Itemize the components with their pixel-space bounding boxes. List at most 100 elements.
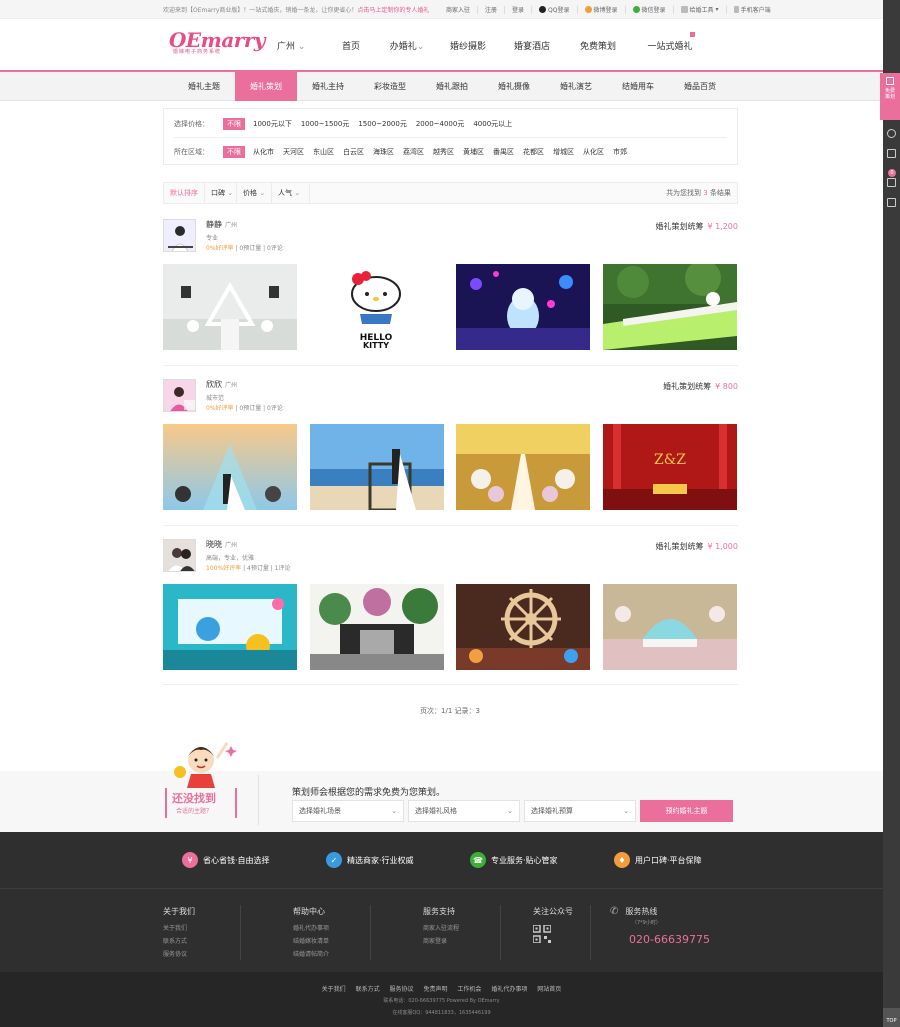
portfolio-image[interactable] xyxy=(163,424,297,510)
portfolio-image[interactable] xyxy=(163,264,297,350)
sort-popularity[interactable]: 人气 ⌄ xyxy=(272,183,310,203)
edit-icon[interactable] xyxy=(887,198,896,207)
planner-name[interactable]: 欣欣 广州 xyxy=(206,379,237,390)
planner-card[interactable]: 欣欣 广州 城市范 0%好评率 | 0预订量 | 0评论 婚礼策划统筹 ¥ 800 … xyxy=(163,379,738,510)
planner-avatar[interactable] xyxy=(163,539,196,572)
style-select[interactable]: 选择婚礼风格 ⌄ xyxy=(408,800,520,822)
portfolio-image[interactable]: HELLO KITTY xyxy=(310,264,444,350)
area-option[interactable]: 从化区 xyxy=(583,147,604,157)
nav-one-stop[interactable]: 一站式婚礼 xyxy=(631,32,709,52)
portfolio-image[interactable] xyxy=(456,424,590,510)
price-option[interactable]: 2000~4000元 xyxy=(416,119,465,129)
tab-category[interactable]: 结婚用车 xyxy=(607,72,669,101)
tab-category[interactable]: 彩妆造型 xyxy=(359,72,421,101)
bottom-link[interactable]: 关于我们 xyxy=(322,986,346,993)
area-option[interactable]: 增城区 xyxy=(553,147,574,157)
area-option[interactable]: 黄埔区 xyxy=(463,147,484,157)
cart-icon[interactable] xyxy=(887,178,896,187)
budget-select[interactable]: 选择婚礼预算 ⌄ xyxy=(524,800,636,822)
planner-name[interactable]: 晓晓 广州 xyxy=(206,539,237,550)
price-option[interactable]: 1500~2000元 xyxy=(358,119,407,129)
area-option[interactable]: 海珠区 xyxy=(373,147,394,157)
portfolio-image[interactable] xyxy=(310,584,444,670)
tab-category[interactable]: 婚礼主持 xyxy=(297,72,359,101)
planner-name[interactable]: 静静 广州 xyxy=(206,219,237,230)
divider xyxy=(624,5,626,14)
sort-bar: 默认排序 口碑 ⌄ 价格 ⌄ 人气 ⌄ 共为您找到 3 条结果 xyxy=(163,182,738,204)
area-option[interactable]: 东山区 xyxy=(313,147,334,157)
footer-link[interactable]: 联系方式 xyxy=(163,936,195,945)
footer-link[interactable]: 结婚嫁妆清单 xyxy=(293,936,329,945)
area-option[interactable]: 花都区 xyxy=(523,147,544,157)
bottom-link[interactable]: 工作机会 xyxy=(457,986,481,993)
tab-category[interactable]: 婚礼摄像 xyxy=(483,72,545,101)
tab-category[interactable]: 婚品百货 xyxy=(669,72,731,101)
footer-link[interactable]: 商家入驻流程 xyxy=(423,923,459,932)
sort-price[interactable]: 价格 ⌄ xyxy=(237,183,272,203)
bottom-link[interactable]: 婚礼代办事项 xyxy=(491,986,527,993)
tab-category[interactable]: 婚礼主题 xyxy=(173,72,235,101)
register-link[interactable]: 注册 xyxy=(485,5,497,14)
weibo-login-link[interactable]: 微博登录 xyxy=(584,5,618,14)
portfolio-image[interactable] xyxy=(603,584,737,670)
portfolio-image[interactable] xyxy=(456,264,590,350)
footer-link[interactable]: 商家登录 xyxy=(423,936,459,945)
portfolio-image[interactable] xyxy=(456,584,590,670)
area-option[interactable]: 天河区 xyxy=(283,147,304,157)
portfolio-image[interactable]: Z&Z xyxy=(603,424,737,510)
footer-link[interactable]: 关于我们 xyxy=(163,923,195,932)
hotline-number[interactable]: 020-66639775 xyxy=(629,933,710,946)
nav-wedding[interactable]: 办婚礼⌄ xyxy=(377,39,437,52)
back-to-top-button[interactable]: TOP xyxy=(883,1008,900,1027)
price-option[interactable]: 1000~1500元 xyxy=(301,119,350,129)
tab-category[interactable]: 婚礼演艺 xyxy=(545,72,607,101)
nav-free-planning[interactable]: 免费策划 xyxy=(565,39,631,52)
book-theme-button[interactable]: 预约婚礼主题 xyxy=(640,800,733,822)
tab-category[interactable]: 婚礼跟拍 xyxy=(421,72,483,101)
footer-link[interactable]: 婚礼代办事项 xyxy=(293,923,329,932)
tools-icon xyxy=(680,6,688,13)
nav-photography[interactable]: 婚纱摄影 xyxy=(437,39,499,52)
qq-login-link[interactable]: QQ登录 xyxy=(539,5,570,14)
nav-home[interactable]: 首页 xyxy=(325,39,377,52)
planner-avatar[interactable] xyxy=(163,219,196,252)
planner-avatar[interactable] xyxy=(163,379,196,412)
bottom-link[interactable]: 服务协议 xyxy=(390,986,414,993)
portfolio-image[interactable] xyxy=(603,264,737,350)
area-option[interactable]: 荔湾区 xyxy=(403,147,424,157)
area-option[interactable]: 白云区 xyxy=(343,147,364,157)
merchant-join-link[interactable]: 商家入驻 xyxy=(446,5,470,14)
portfolio-image[interactable] xyxy=(310,424,444,510)
area-option[interactable]: 市郊 xyxy=(613,147,627,157)
planner-card[interactable]: 静静 广州 专业 0%好评率 | 0预订量 | 0评论 婚礼策划统筹 ¥ 1,200… xyxy=(163,219,738,350)
area-option[interactable]: 番禺区 xyxy=(493,147,514,157)
mobile-client-link[interactable]: 手机客户端 xyxy=(733,5,771,14)
planner-card[interactable]: 晓晓 广州 高端，专业，优雅 100%好评率 | 4预订量 | 1评论 婚礼策划统… xyxy=(163,539,738,670)
sort-reputation[interactable]: 口碑 ⌄ xyxy=(205,183,237,203)
price-option[interactable]: 不限 xyxy=(223,118,245,130)
price-option[interactable]: 1000元以下 xyxy=(253,119,292,129)
bottom-link[interactable]: 免责声明 xyxy=(423,986,447,993)
city-selector[interactable]: 广州 ⌄ xyxy=(277,39,325,52)
area-option[interactable]: 不限 xyxy=(223,146,245,158)
scene-select[interactable]: 选择婚礼场景 ⌄ xyxy=(292,800,404,822)
phone-icon[interactable] xyxy=(887,129,896,138)
portfolio-image[interactable] xyxy=(163,584,297,670)
login-link[interactable]: 登录 xyxy=(512,5,524,14)
sort-default[interactable]: 默认排序 xyxy=(164,183,205,203)
bottom-link[interactable]: 联系方式 xyxy=(356,986,380,993)
wechat-login-link[interactable]: 微信登录 xyxy=(632,5,666,14)
area-option[interactable]: 越秀区 xyxy=(433,147,454,157)
wedding-tools-menu[interactable]: 给婚工具 ▾ xyxy=(680,5,719,14)
chevron-down-icon: ▾ xyxy=(715,6,719,13)
bottom-link[interactable]: 网站首页 xyxy=(537,986,561,993)
price-option[interactable]: 4000元以上 xyxy=(473,119,512,129)
nav-banquet[interactable]: 婚宴酒店 xyxy=(499,39,565,52)
footer-link[interactable]: 服务协议 xyxy=(163,949,195,958)
footer-link[interactable]: 结婚请帖简介 xyxy=(293,949,329,958)
area-option[interactable]: 从化市 xyxy=(253,147,274,157)
qr-code-icon[interactable] xyxy=(532,924,573,945)
welcome-link[interactable]: 点击马上定制你的专人婚礼 xyxy=(357,7,429,14)
tab-category[interactable]: 婚礼策划 xyxy=(235,72,297,101)
qr-code-icon[interactable] xyxy=(887,149,896,158)
